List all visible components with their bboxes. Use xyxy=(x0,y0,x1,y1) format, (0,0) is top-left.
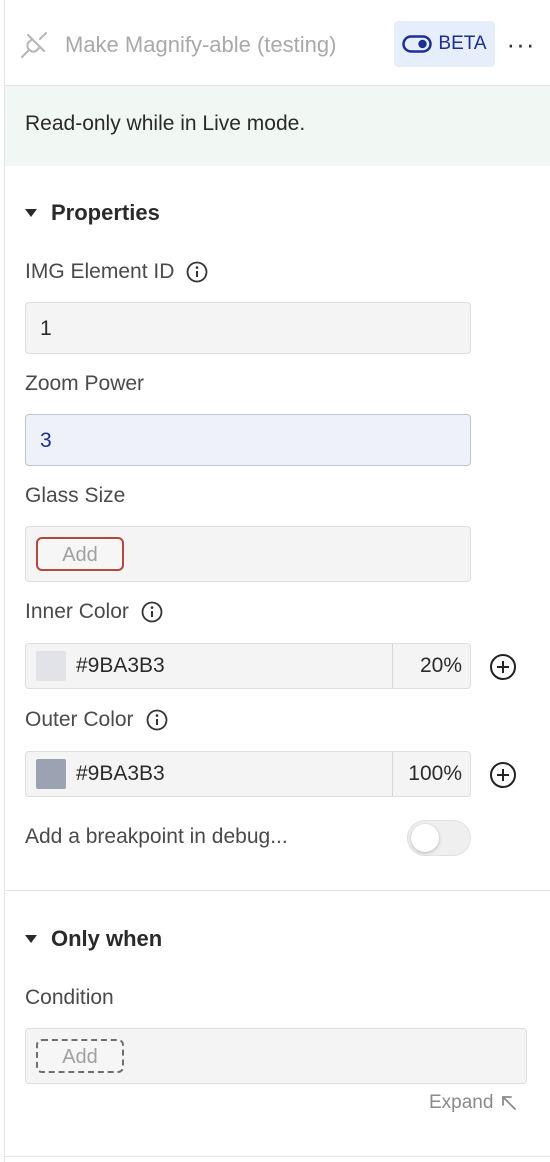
toggle-icon xyxy=(402,35,433,53)
info-icon[interactable] xyxy=(141,601,163,623)
img-element-id-input[interactable]: 1 xyxy=(25,302,471,354)
breakpoint-toggle[interactable] xyxy=(407,820,471,856)
beta-badge[interactable]: BETA xyxy=(394,21,495,67)
outer-color-input[interactable]: #9BA3B3 100% xyxy=(25,751,471,797)
glass-size-add-button[interactable]: Add xyxy=(36,537,124,571)
only-when-section-toggle[interactable]: Only when xyxy=(25,926,162,952)
info-icon[interactable] xyxy=(146,709,168,731)
caret-down-icon xyxy=(25,209,37,217)
plugin-title: Make Magnify-able (testing) xyxy=(65,32,337,57)
condition-label: Condition xyxy=(25,986,114,1009)
more-icon[interactable]: ··· xyxy=(505,26,537,62)
expand-label: Expand xyxy=(429,1092,494,1113)
section-divider xyxy=(5,890,550,891)
img-element-id-label: IMG Element ID xyxy=(25,260,175,283)
inner-color-hex: #9BA3B3 xyxy=(76,654,165,677)
only-when-heading: Only when xyxy=(51,926,163,951)
section-divider xyxy=(5,1156,550,1157)
breakpoint-label: Add a breakpoint in debug... xyxy=(25,825,288,848)
zoom-power-label: Zoom Power xyxy=(25,372,145,395)
inner-color-label-row: Inner Color xyxy=(25,600,163,624)
panel-header: Make Magnify-able (testing) BETA ··· xyxy=(5,0,550,86)
zoom-power-label-row: Zoom Power xyxy=(25,372,144,396)
zoom-power-input[interactable]: 3 xyxy=(25,414,471,466)
breakpoint-label-row: Add a breakpoint in debug... xyxy=(25,825,288,849)
beta-label: BETA xyxy=(438,33,487,54)
glass-size-label-row: Glass Size xyxy=(25,484,125,508)
img-element-id-value: 1 xyxy=(40,317,52,340)
expand-arrow-icon xyxy=(502,1096,517,1110)
divider xyxy=(392,752,393,796)
zoom-power-value: 3 xyxy=(40,429,52,452)
properties-section-toggle[interactable]: Properties xyxy=(25,200,160,226)
outer-color-opacity[interactable]: 100% xyxy=(408,762,462,786)
info-icon[interactable] xyxy=(186,261,208,283)
plus-circle-icon[interactable] xyxy=(489,761,517,789)
outer-color-swatch[interactable] xyxy=(36,759,66,789)
condition-label-row: Condition xyxy=(25,986,114,1010)
inner-color-swatch[interactable] xyxy=(36,651,66,681)
inner-color-input[interactable]: #9BA3B3 20% xyxy=(25,643,471,689)
element-properties-panel: Make Magnify-able (testing) BETA ··· Rea… xyxy=(4,0,550,1162)
plug-icon xyxy=(20,31,48,59)
inner-color-opacity[interactable]: 20% xyxy=(420,654,462,678)
notice-text: Read-only while in Live mode. xyxy=(25,112,306,135)
img-element-id-label-row: IMG Element ID xyxy=(25,260,208,284)
glass-size-field: Add xyxy=(25,526,471,582)
outer-color-hex: #9BA3B3 xyxy=(76,762,165,785)
condition-field: Add xyxy=(25,1028,527,1084)
properties-heading: Properties xyxy=(51,200,160,225)
caret-down-icon xyxy=(25,935,37,943)
outer-color-label-row: Outer Color xyxy=(25,708,168,732)
inner-color-label: Inner Color xyxy=(25,600,129,623)
outer-color-label: Outer Color xyxy=(25,708,134,731)
plus-circle-icon[interactable] xyxy=(489,653,517,681)
live-mode-notice: Read-only while in Live mode. xyxy=(5,86,550,166)
glass-size-label: Glass Size xyxy=(25,484,126,507)
condition-add-button[interactable]: Add xyxy=(36,1039,124,1073)
divider xyxy=(392,644,393,688)
toggle-knob xyxy=(411,824,439,852)
expand-button[interactable]: Expand xyxy=(429,1092,517,1114)
